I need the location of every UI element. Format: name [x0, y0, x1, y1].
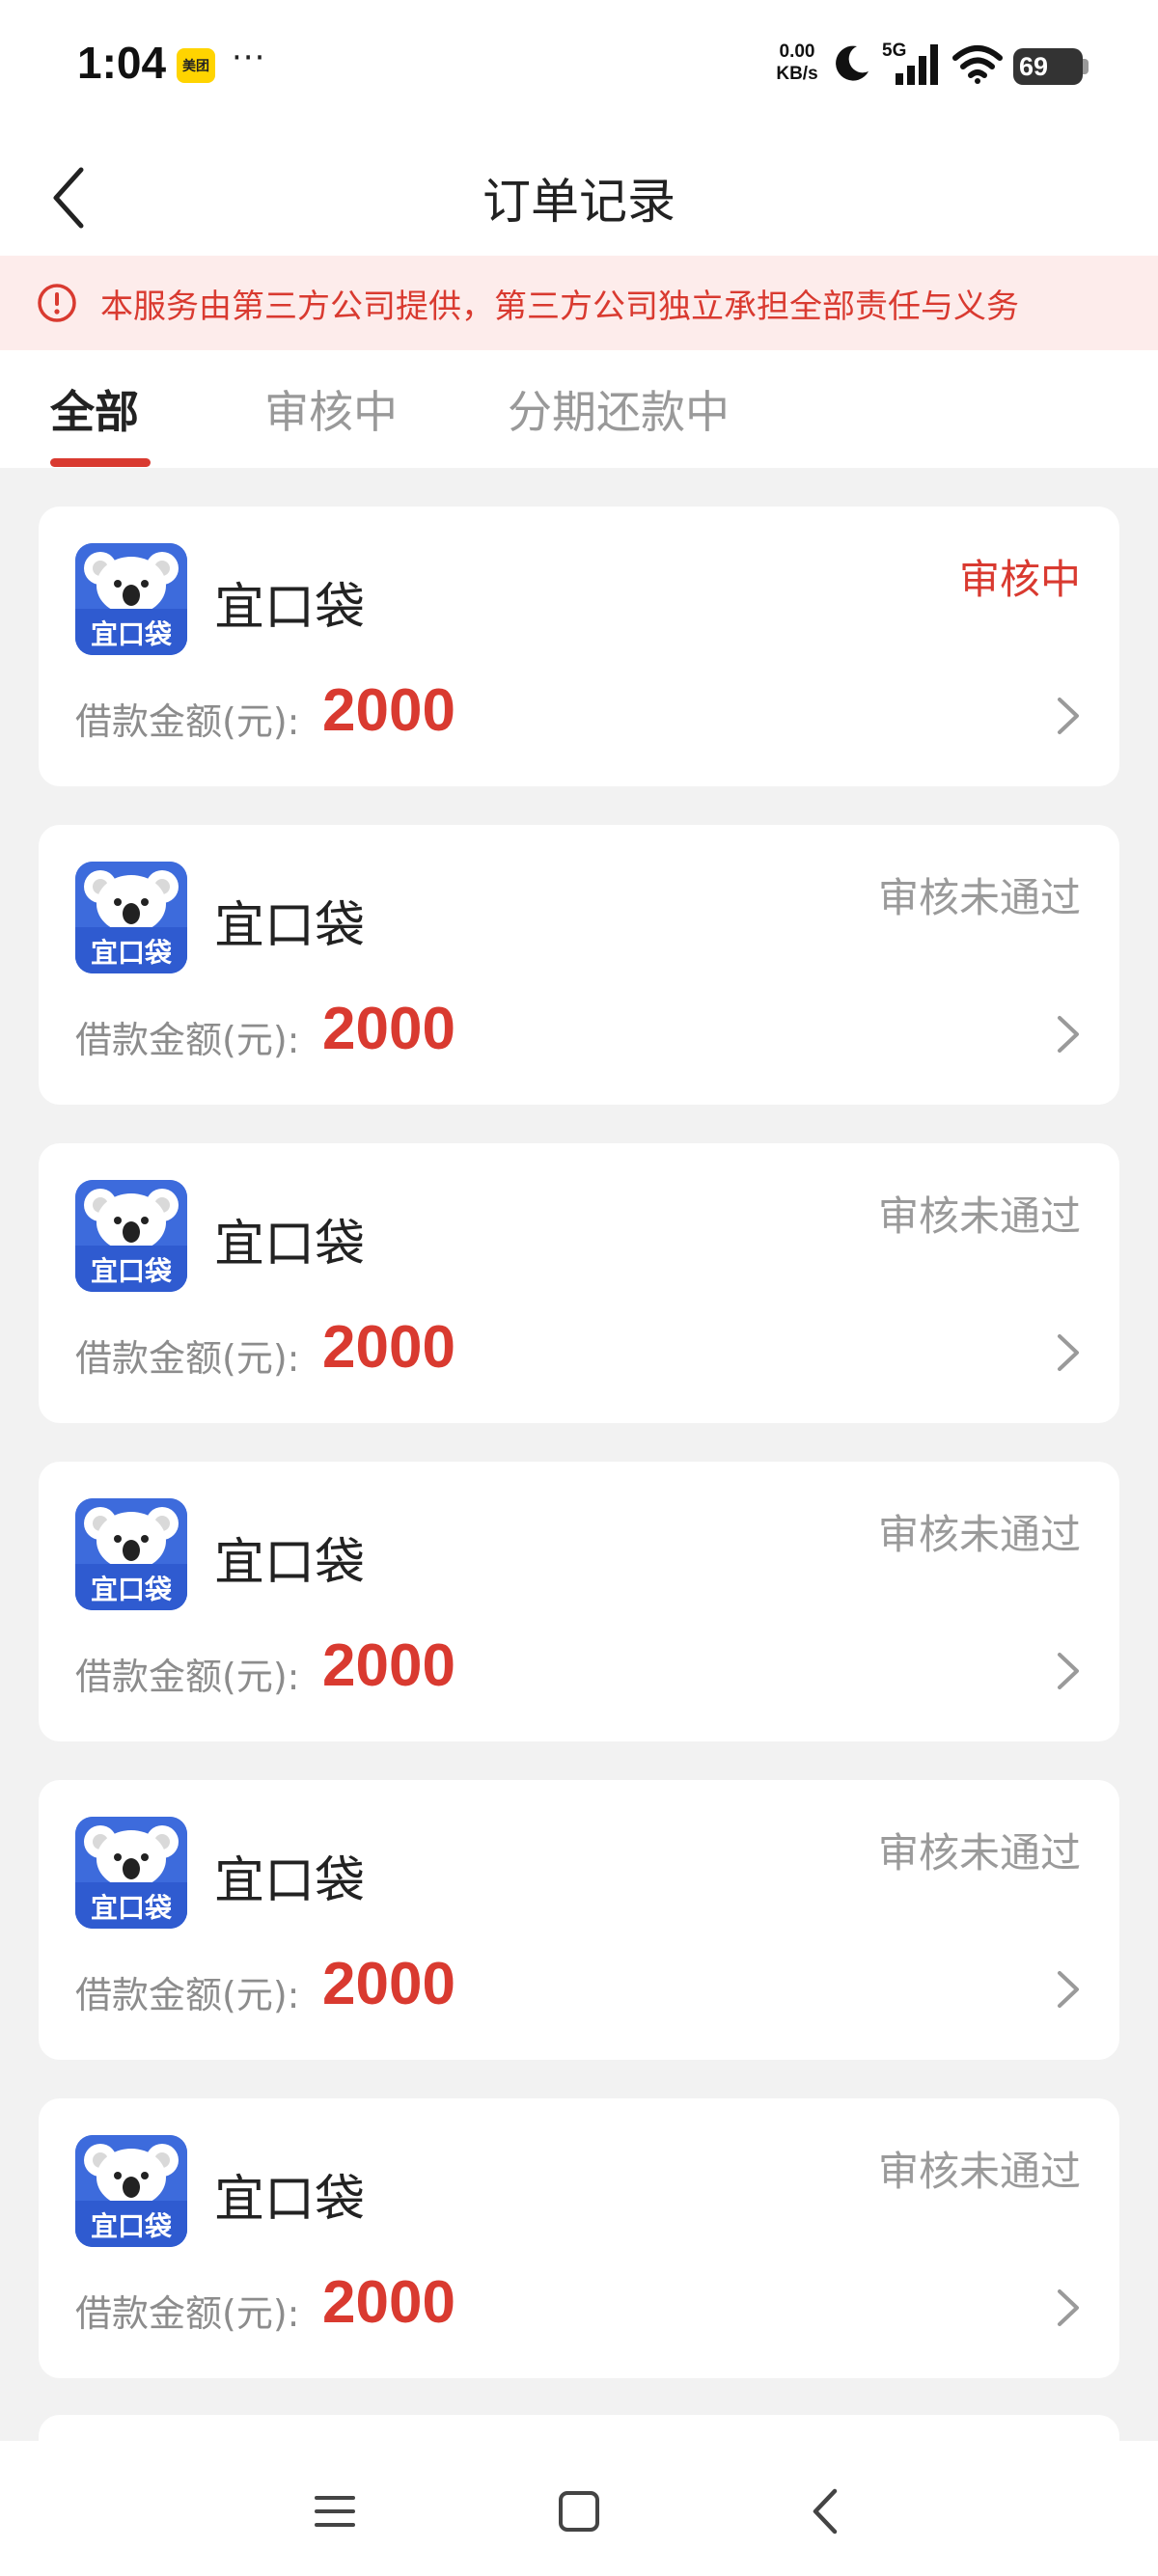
amount-value: 2000 [322, 1314, 455, 1381]
nav-menu-button[interactable] [301, 2478, 369, 2545]
order-list: 宜口袋 宜口袋 审核中 借款金额(元): 2000 宜口袋 宜口袋 审核未通过 … [39, 507, 1119, 2417]
koala-app-logo: 宜口袋 [75, 1817, 187, 1929]
status-time: 1:04 [77, 38, 167, 88]
tab-under-review[interactable]: 审核中 [264, 377, 398, 441]
amount-label: 借款金额(元): [75, 1337, 300, 1380]
battery-icon: 69 [1013, 48, 1089, 85]
koala-app-logo: 宜口袋 [75, 1180, 187, 1292]
status-badge: 审核未通过 [877, 1511, 1081, 1558]
chevron-right-icon [1058, 1653, 1079, 1689]
koala-app-logo: 宜口袋 [75, 2135, 187, 2247]
product-name: 宜口袋 [214, 1534, 366, 1592]
amount-value: 2000 [322, 1632, 455, 1699]
amount-label: 借款金额(元): [75, 1974, 300, 2016]
app-header: 订单记录 [0, 130, 1158, 256]
koala-icon: 宜口袋 [75, 862, 187, 973]
amount-label: 借款金额(元): [75, 1019, 300, 1061]
logo-text: 宜口袋 [91, 2210, 173, 2242]
status-badge: 审核中 [958, 556, 1081, 603]
status-icons: 0.00 KB/s 5G 69 [772, 39, 1089, 93]
nav-back-button[interactable] [791, 2478, 859, 2545]
network-type: 5G [882, 41, 906, 61]
order-card[interactable]: 宜口袋 宜口袋 审核未通过 借款金额(元): 2000 [39, 1143, 1119, 1423]
chevron-right-icon [1058, 1971, 1079, 2008]
logo-text: 宜口袋 [91, 1255, 173, 1287]
wifi-icon [952, 45, 1003, 84]
network-speed: 0.00 KB/s [772, 41, 822, 85]
product-name: 宜口袋 [214, 1216, 366, 1274]
order-card[interactable]: 宜口袋 宜口袋 审核未通过 借款金额(元): 2000 [39, 1780, 1119, 2060]
order-card[interactable]: 宜口袋 宜口袋 审核未通过 借款金额(元): 2000 [39, 825, 1119, 1105]
alert-circle-icon [38, 284, 76, 322]
chevron-right-icon [1058, 1016, 1079, 1053]
logo-text: 宜口袋 [91, 1892, 173, 1924]
status-badge: 审核未通过 [877, 2148, 1081, 2195]
tab-installment-repaying[interactable]: 分期还款中 [508, 377, 730, 441]
order-tabs: 全部 审核中 分期还款中 [0, 350, 1158, 468]
amount-label: 借款金额(元): [75, 1656, 300, 1698]
square-home-icon [559, 2491, 599, 2532]
status-badge: 审核未通过 [877, 874, 1081, 921]
moon-icon [836, 45, 868, 81]
disclaimer-banner: 本服务由第三方公司提供，第三方公司独立承担全部责任与义务 [0, 256, 1158, 350]
status-bar: 1:04 美团 ··· 0.00 KB/s 5G 69 [0, 0, 1158, 130]
order-card[interactable]: 宜口袋 宜口袋 审核中 借款金额(元): 2000 [39, 507, 1119, 786]
koala-app-logo: 宜口袋 [75, 1498, 187, 1610]
active-tab-indicator [50, 458, 151, 467]
koala-icon: 宜口袋 [75, 2135, 187, 2247]
koala-icon: 宜口袋 [75, 1817, 187, 1929]
menu-icon [315, 2496, 355, 2527]
amount-value: 2000 [322, 996, 455, 1062]
amount-label: 借款金额(元): [75, 2292, 300, 2335]
network-speed-value: 0.00 [779, 41, 815, 62]
koala-app-logo: 宜口袋 [75, 862, 187, 973]
status-badge: 审核未通过 [877, 1829, 1081, 1877]
logo-text: 宜口袋 [91, 1574, 173, 1605]
product-name: 宜口袋 [214, 897, 366, 955]
amount-value: 2000 [322, 677, 455, 744]
koala-icon: 宜口袋 [75, 1180, 187, 1292]
logo-text: 宜口袋 [91, 618, 173, 650]
chevron-right-icon [1058, 1334, 1079, 1371]
order-card[interactable]: 宜口袋 宜口袋 审核未通过 借款金额(元): 2000 [39, 1462, 1119, 1741]
page-title: 订单记录 [482, 174, 676, 230]
signal-icon: 5G [882, 41, 938, 85]
amount-value: 2000 [322, 1951, 455, 2017]
status-badge: 审核未通过 [877, 1192, 1081, 1240]
logo-text: 宜口袋 [91, 937, 173, 969]
koala-icon: 宜口袋 [75, 1498, 187, 1610]
koala-app-logo: 宜口袋 [75, 543, 187, 655]
product-name: 宜口袋 [214, 2171, 366, 2229]
back-icon [813, 2488, 838, 2535]
koala-icon: 宜口袋 [75, 543, 187, 655]
meituan-app-icon: 美团 [177, 48, 215, 83]
battery-level: 69 [1019, 51, 1049, 81]
nav-home-button[interactable] [545, 2478, 613, 2545]
order-card[interactable]: 宜口袋 宜口袋 审核未通过 借款金额(元): 2000 [39, 2098, 1119, 2378]
more-notifications-icon: ··· [232, 39, 266, 77]
chevron-right-icon [1058, 698, 1079, 734]
amount-label: 借款金额(元): [75, 700, 300, 743]
amount-value: 2000 [322, 2269, 455, 2336]
disclaimer-text: 本服务由第三方公司提供，第三方公司独立承担全部责任与义务 [100, 287, 1019, 326]
tab-all[interactable]: 全部 [50, 377, 139, 441]
product-name: 宜口袋 [214, 1852, 366, 1910]
system-navigation-bar [0, 2441, 1158, 2576]
product-name: 宜口袋 [214, 579, 366, 637]
chevron-right-icon [1058, 2289, 1079, 2326]
network-speed-unit: KB/s [776, 64, 818, 84]
